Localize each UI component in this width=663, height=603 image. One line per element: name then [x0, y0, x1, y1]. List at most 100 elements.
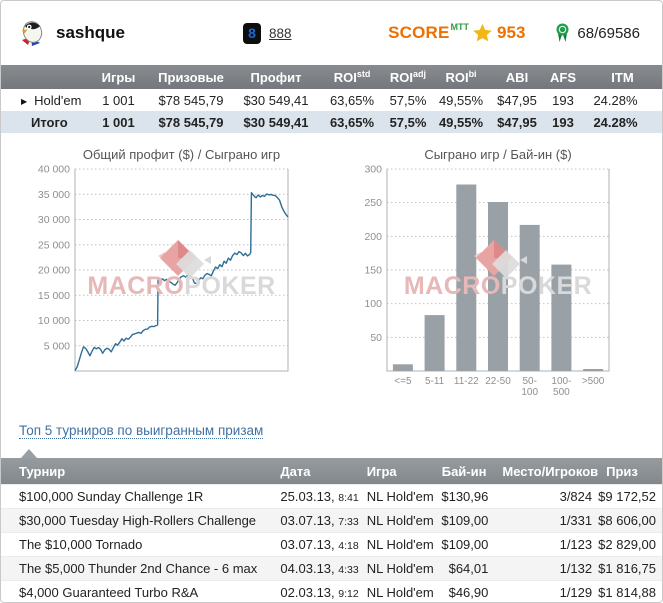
- arrow-up-pointer-icon: [21, 449, 37, 458]
- tournament-game: NL Hold'em: [358, 556, 434, 581]
- col-game: Игра: [358, 458, 434, 485]
- tournament-place: 1/132: [494, 556, 599, 581]
- tournament-place: 1/123: [559, 537, 593, 552]
- tournament-prize: $1 814,88: [598, 585, 656, 600]
- svg-text:100: 100: [521, 387, 538, 398]
- rank-block: 68/69586: [555, 23, 640, 43]
- col-prize: Приз: [598, 458, 662, 485]
- col-place: Место/Игроков: [494, 458, 599, 485]
- tournament-name: The $10,000 Tornado: [19, 537, 143, 552]
- svg-text:35 000: 35 000: [38, 189, 70, 201]
- svg-text:>500: >500: [582, 376, 605, 387]
- roi-bi-value: 49,55%: [438, 92, 484, 108]
- score-mtt-sup: MTT: [450, 22, 470, 32]
- svg-text:200: 200: [364, 231, 382, 243]
- stats-col-games: Игры: [86, 65, 151, 89]
- itm-value: 24.28%: [593, 92, 638, 108]
- stats-summary-table: Игры Призовые Профит ROIstd ROIadj ROIbi…: [1, 65, 662, 133]
- tournament-date: 03.07.13, 7:33: [272, 508, 359, 533]
- svg-text:300: 300: [364, 165, 382, 176]
- top5-tournaments-link[interactable]: Топ 5 турниров по выигранным призам: [19, 423, 264, 439]
- tournament-buyin: $130,96: [441, 489, 489, 504]
- stats-col-prizes: Призовые: [151, 65, 231, 89]
- tournament-buyin: $46,90: [448, 585, 489, 600]
- afs-value: 193: [545, 111, 581, 133]
- col-tournament: Турнир: [1, 458, 273, 485]
- roi-adj-value: 57,5%: [389, 92, 427, 108]
- prizes-value: $78 545,79: [151, 111, 231, 133]
- line-chart-title: Общий профит ($) / Сыграно игр: [82, 147, 281, 162]
- tournament-date: 03.07.13, 4:18: [280, 537, 359, 552]
- score-label: SCORE: [388, 23, 450, 42]
- stats-row-total: Итого 1 001 $78 545,79 $30 549,41 63,65%…: [1, 111, 662, 133]
- profit-line-chart: Общий профит ($) / Сыграно игр 5 000 10 0…: [29, 147, 329, 410]
- tournament-row: The $5,000 Thunder 2nd Chance - 6 max 04…: [1, 556, 662, 581]
- svg-text:5-11: 5-11: [425, 376, 445, 387]
- tournament-name: The $5,000 Thunder 2nd Chance - 6 max: [1, 556, 273, 581]
- tournament-prize: $1 816,75: [598, 556, 662, 581]
- charts-section: Общий профит ($) / Сыграно игр 5 000 10 0…: [1, 147, 662, 410]
- bar-chart-title: Сыграно игр / Бай-ин ($): [424, 147, 572, 162]
- svg-text:50-: 50-: [522, 376, 536, 387]
- roi-std-value: 63,65%: [321, 111, 383, 133]
- svg-text:500: 500: [553, 387, 570, 398]
- total-label: Итого: [1, 111, 86, 133]
- svg-text:250: 250: [364, 197, 382, 209]
- svg-text:100: 100: [364, 298, 382, 310]
- tournament-date: 02.03.13, 9:12: [280, 585, 359, 600]
- buyin-bar-chart-svg: 50100150200250300<=5 5-11 11-22 22-50 50-100…: [364, 164, 610, 398]
- stats-col-profit: Профит: [231, 65, 321, 89]
- col-buyin: Бай-ин: [433, 458, 495, 485]
- tournament-date: 04.03.13, 4:33: [272, 556, 359, 581]
- tournament-prize: $2 829,00: [598, 537, 656, 552]
- tournament-row: $4,000 Guaranteed Turbo R&A 02.03.13, 9:…: [1, 580, 662, 603]
- star-icon: [473, 24, 492, 42]
- tournament-prize: $9 172,52: [598, 489, 656, 504]
- medal-icon: [556, 23, 569, 42]
- tournament-buyin: $109,00: [433, 508, 495, 533]
- svg-text:30 000: 30 000: [38, 214, 70, 226]
- prizes-value: $78 545,79: [158, 92, 224, 108]
- svg-text:100-: 100-: [551, 376, 571, 387]
- roi-bi-value: 49,55%: [433, 111, 489, 133]
- svg-text:15 000: 15 000: [38, 290, 70, 302]
- macropoker-player-stats-page: sashque 8 888 SCORE MTT 953 68/69586 Игр…: [0, 0, 663, 603]
- room-link[interactable]: 888: [269, 26, 292, 41]
- svg-text:<=5: <=5: [394, 376, 412, 387]
- stats-header-row: Игры Призовые Профит ROIstd ROIadj ROIbi…: [1, 65, 662, 89]
- stats-col-roi-std: ROIstd: [321, 65, 383, 89]
- tournament-name: $30,000 Tuesday High-Rollers Challenge: [1, 508, 273, 533]
- score-value: 953: [497, 23, 526, 42]
- profit-value: $30 549,41: [243, 92, 309, 108]
- svg-text:25 000: 25 000: [38, 239, 70, 251]
- games-value: 1 001: [86, 111, 151, 133]
- game-type-label: Hold'em: [34, 92, 82, 108]
- stats-col-abi: ABI: [489, 65, 545, 89]
- stats-col-empty: [1, 65, 86, 89]
- poker-room: 8 888: [242, 22, 292, 44]
- profile-bar: sashque 8 888 SCORE MTT 953 68/69586: [1, 1, 662, 65]
- buyin-bar-chart: Сыграно игр / Бай-ин ($) 50 100 150 200 250 3…: [351, 147, 651, 410]
- svg-text:10 000: 10 000: [38, 315, 70, 327]
- tournament-row: The $10,000 Tornado 03.07.13, 4:18 NL Ho…: [1, 532, 662, 557]
- svg-text:40 000: 40 000: [38, 165, 70, 176]
- tournament-game: NL Hold'em: [366, 489, 434, 504]
- stats-col-roi-adj: ROIadj: [383, 65, 433, 89]
- tournament-date: 25.03.13, 8:41: [280, 489, 359, 504]
- tournament-place: 1/331: [494, 508, 599, 533]
- tournament-buyin: $64,01: [433, 556, 495, 581]
- svg-text:20 000: 20 000: [38, 265, 70, 277]
- col-date: Дата: [272, 458, 359, 485]
- stats-col-itm: ITM: [581, 65, 662, 89]
- tournament-place: 3/824: [559, 489, 593, 504]
- 888-room-logo-icon: 8: [242, 22, 261, 44]
- svg-text:50: 50: [370, 332, 382, 344]
- profit-line-chart-svg: 5 000 10 000 15 000 20 000 25 000 30 000 35 00…: [38, 164, 289, 372]
- abi-value: $47,95: [497, 92, 537, 108]
- tournament-buyin: $109,00: [441, 537, 489, 552]
- svg-text:5 000: 5 000: [44, 340, 70, 352]
- expand-row-icon[interactable]: ▶: [21, 97, 27, 106]
- tournament-game: NL Hold'em: [358, 508, 434, 533]
- stats-col-roi-bi: ROIbi: [433, 65, 489, 89]
- stats-col-afs: AFS: [545, 65, 581, 89]
